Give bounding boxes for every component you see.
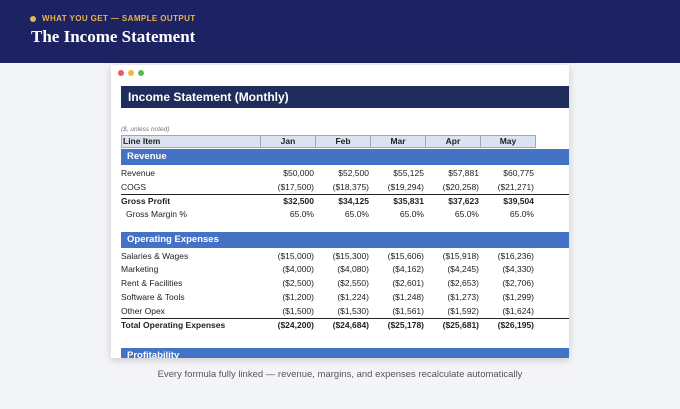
row-label: Other Opex <box>121 305 165 316</box>
cell-mar: ($1,248) <box>392 291 424 302</box>
minimize-dot-icon <box>128 70 134 76</box>
cell-apr: ($4,245) <box>447 264 479 275</box>
cell-mar: $55,125 <box>393 168 424 178</box>
cell-apr: $37,623 <box>448 196 479 207</box>
cell-jan: $32,500 <box>283 196 314 207</box>
col-header-feb: Feb <box>315 135 371 148</box>
cell-feb: ($2,550) <box>337 278 369 289</box>
cell-may: ($4,330) <box>502 264 534 275</box>
cell-jan: ($1,200) <box>282 291 314 302</box>
row-salaries: Salaries & Wages ($15,000) ($15,300) ($1… <box>121 250 569 264</box>
cell-apr: ($2,653) <box>447 278 479 289</box>
col-header-line-item: Line Item <box>121 135 261 148</box>
cell-jan: ($2,500) <box>282 278 314 289</box>
cell-may: ($2,706) <box>502 278 534 289</box>
cell-feb: ($1,530) <box>337 305 369 316</box>
cell-may: ($16,236) <box>497 250 534 261</box>
row-software: Software & Tools ($1,200) ($1,224) ($1,2… <box>121 291 569 305</box>
eyebrow: WHAT YOU GET — SAMPLE OUTPUT <box>30 14 196 23</box>
row-marketing: Marketing ($4,000) ($4,080) ($4,162) ($4… <box>121 263 569 277</box>
cell-mar: ($25,178) <box>387 320 424 331</box>
cell-jan: ($17,500) <box>277 181 314 192</box>
cell-mar: ($1,561) <box>392 305 424 316</box>
cell-feb: $34,125 <box>338 196 369 207</box>
row-cogs: COGS ($17,500) ($18,375) ($19,294) ($20,… <box>121 181 569 195</box>
row-rent: Rent & Facilities ($2,500) ($2,550) ($2,… <box>121 277 569 291</box>
cell-feb: ($24,684) <box>332 320 369 331</box>
close-dot-icon <box>118 70 124 76</box>
row-label: Total Operating Expenses <box>121 320 226 331</box>
cell-jan: ($15,000) <box>277 250 314 261</box>
row-label: COGS <box>121 181 147 192</box>
cell-mar: ($15,606) <box>387 250 424 261</box>
cell-mar: 65.0% <box>399 209 424 220</box>
eyebrow-label: WHAT YOU GET — SAMPLE OUTPUT <box>42 14 196 23</box>
row-label: Gross Profit <box>121 196 171 207</box>
cell-jan: 65.0% <box>289 209 314 220</box>
cell-feb: ($15,300) <box>332 250 369 261</box>
row-label: Marketing <box>121 264 159 275</box>
col-header-may: May <box>480 135 536 148</box>
cell-jan: ($24,200) <box>277 320 314 331</box>
page-title: The Income Statement <box>31 27 196 46</box>
cell-apr: $57,881 <box>448 168 479 178</box>
column-header-row: Line Item Jan Feb Mar Apr May <box>121 135 569 148</box>
row-other-opex: Other Opex ($1,500) ($1,530) ($1,561) ($… <box>121 305 569 319</box>
cell-jan: $50,000 <box>283 168 314 178</box>
cell-feb: ($1,224) <box>337 291 369 302</box>
caption: Every formula fully linked — revenue, ma… <box>157 369 523 380</box>
cell-apr: ($25,681) <box>442 320 479 331</box>
row-label: Salaries & Wages <box>121 250 189 261</box>
col-header-jan: Jan <box>260 135 316 148</box>
row-label: Gross Margin % <box>126 209 187 220</box>
cell-apr: ($1,592) <box>447 305 479 316</box>
cell-mar: ($2,601) <box>392 278 424 289</box>
units-note: ($, unless noted) <box>121 126 170 133</box>
cell-may: ($1,624) <box>502 305 534 316</box>
maximize-dot-icon <box>138 70 144 76</box>
cell-mar: $35,831 <box>393 196 424 207</box>
row-total-opex: Total Operating Expenses ($24,200) ($24,… <box>121 318 569 332</box>
col-header-apr: Apr <box>425 135 481 148</box>
row-label: Rent & Facilities <box>121 278 183 289</box>
cell-jan: ($1,500) <box>282 305 314 316</box>
income-table: Line Item Jan Feb Mar Apr May Revenue Re… <box>121 135 569 358</box>
section-revenue: Revenue <box>121 149 569 165</box>
cell-feb: 65.0% <box>344 209 369 220</box>
cell-mar: ($19,294) <box>387 181 424 192</box>
cell-may: $39,504 <box>503 196 534 207</box>
cell-feb: $52,500 <box>338 168 369 178</box>
page-header: WHAT YOU GET — SAMPLE OUTPUT The Income … <box>0 0 680 63</box>
section-operating-expenses: Operating Expenses <box>121 231 569 248</box>
spreadsheet-window: Income Statement (Monthly) ($, unless no… <box>111 65 569 358</box>
cell-may: ($26,195) <box>497 320 534 331</box>
window-controls <box>118 70 144 76</box>
row-gross-margin: Gross Margin % 65.0% 65.0% 65.0% 65.0% 6… <box>121 208 569 222</box>
bullet-dot-icon <box>30 15 36 22</box>
cell-apr: 65.0% <box>454 209 479 220</box>
col-header-mar: Mar <box>370 135 426 148</box>
cell-jan: ($4,000) <box>282 264 314 275</box>
sheet-title: Income Statement (Monthly) <box>121 86 569 108</box>
row-label: Revenue <box>121 168 156 178</box>
cell-mar: ($4,162) <box>392 264 424 275</box>
row-label: Software & Tools <box>121 291 185 302</box>
cell-apr: ($15,918) <box>442 250 479 261</box>
cell-apr: ($20,258) <box>442 181 479 192</box>
cell-may: ($21,271) <box>497 181 534 192</box>
cell-feb: ($18,375) <box>332 181 369 192</box>
row-gross-profit: Gross Profit $32,500 $34,125 $35,831 $37… <box>121 194 569 208</box>
cell-may: 65.0% <box>509 209 534 220</box>
section-profitability: Profitability <box>121 347 569 358</box>
cell-feb: ($4,080) <box>337 264 369 275</box>
cell-may: ($1,299) <box>502 291 534 302</box>
cell-apr: ($1,273) <box>447 291 479 302</box>
row-revenue: Revenue $50,000 $52,500 $55,125 $57,881 … <box>121 167 569 181</box>
cell-may: $60,775 <box>503 168 534 178</box>
